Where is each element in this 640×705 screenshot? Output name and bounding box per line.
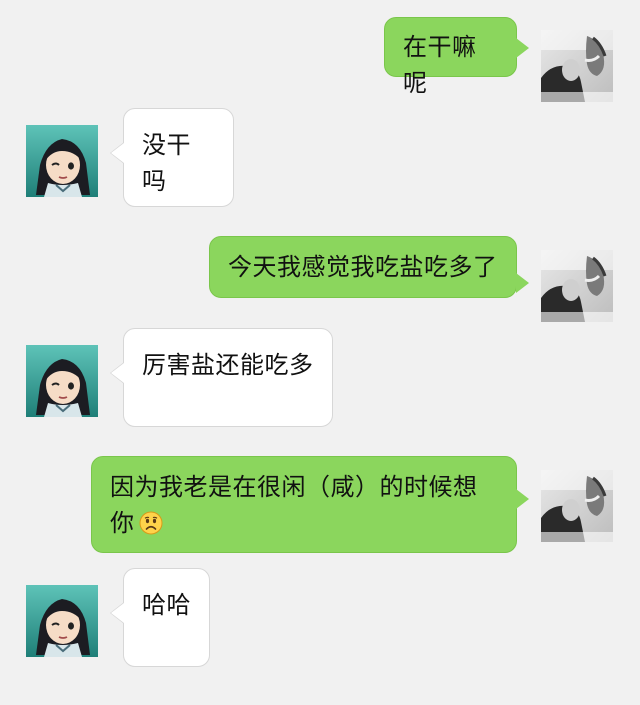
message-text: 没干吗	[142, 131, 191, 195]
bubble-tail	[516, 38, 529, 58]
bubble-tail	[110, 362, 124, 384]
message-text-line-2-row: 你	[110, 505, 498, 541]
outgoing-message-bubble[interactable]: 今天我感觉我吃盐吃多了	[209, 236, 529, 298]
message-text-line-2: 你	[110, 509, 135, 537]
contact-avatar[interactable]	[26, 345, 98, 417]
outgoing-message-bubble[interactable]: 在干嘛呢	[384, 17, 529, 97]
message-text: 今天我感觉我吃盐吃多了	[228, 253, 498, 281]
message-text: 厉害盐还能吃多	[142, 351, 314, 379]
contact-avatar[interactable]	[26, 585, 98, 657]
bubble-tail	[110, 142, 124, 164]
bubble-tail	[516, 273, 529, 293]
bubble-tail	[110, 602, 124, 624]
self-avatar[interactable]	[541, 250, 613, 322]
message-text: 在干嘛呢	[403, 33, 477, 97]
incoming-message-bubble[interactable]: 没干吗	[110, 108, 234, 207]
message-text: 哈哈	[142, 591, 191, 619]
self-avatar[interactable]	[541, 470, 613, 542]
outgoing-message-bubble[interactable]: 因为我老是在很闲（咸）的时候想 你	[91, 456, 529, 553]
message-text-line-1: 因为我老是在很闲（咸）的时候想	[110, 473, 478, 501]
incoming-message-bubble[interactable]: 哈哈	[110, 568, 210, 667]
chat-conversation: 在干嘛呢 没干吗 今天我感觉我吃盐吃多了 厉害盐还能吃多 因为我老是在很闲（咸）…	[0, 0, 640, 705]
self-avatar[interactable]	[541, 30, 613, 102]
contact-avatar[interactable]	[26, 125, 98, 197]
bubble-tail	[516, 489, 529, 509]
incoming-message-bubble[interactable]: 厉害盐还能吃多	[110, 328, 333, 427]
frowning-face-emoji-icon	[139, 511, 162, 535]
